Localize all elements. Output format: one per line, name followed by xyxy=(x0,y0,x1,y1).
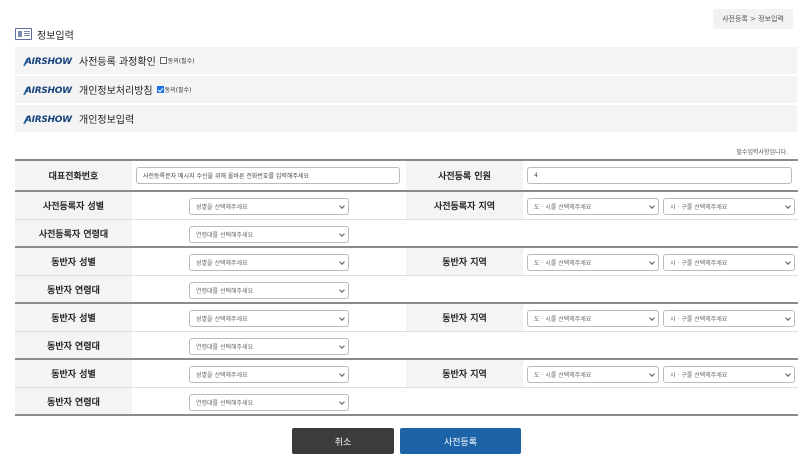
comp-gender-label: 동반자 성별 xyxy=(15,360,132,387)
comp-region-label: 동반자 지역 xyxy=(406,248,523,275)
form-icon xyxy=(15,28,32,40)
reg-gender-label: 사전등록자 성별 xyxy=(15,192,132,219)
section-personal-info: AIRSHOW 개인정보입력 xyxy=(15,105,797,132)
consent-privacy-checkbox[interactable] xyxy=(156,86,164,93)
chevron-down-icon xyxy=(785,203,791,209)
reg-city-select[interactable]: 시 · 구를 선택해주세요 xyxy=(663,198,795,215)
page-title: 정보입력 xyxy=(15,27,74,42)
comp-region-label: 동반자 지역 xyxy=(406,360,523,387)
comp-gender-label: 동반자 성별 xyxy=(15,304,132,331)
airshow-logo: AIRSHOW xyxy=(23,85,72,96)
count-input[interactable]: 4 xyxy=(527,167,792,184)
comp-age-label: 동반자 연령대 xyxy=(15,276,132,302)
form-row: 동반자 성별 성별을 선택해주세요 동반자 지역 도 · 시를 선택해주세요 시… xyxy=(15,248,798,276)
chevron-down-icon xyxy=(339,399,345,405)
reg-age-label: 사전등록자 연령대 xyxy=(15,220,132,246)
form-row: 동반자 연령대 연령대를 선택해주세요 xyxy=(15,388,798,416)
reg-region-label: 사전등록자 지역 xyxy=(406,192,523,219)
comp-gender-select[interactable]: 성별을 선택해주세요 xyxy=(189,366,349,383)
chevron-down-icon xyxy=(785,371,791,377)
required-note: 필수입력사항입니다. xyxy=(736,149,788,156)
comp-age-select[interactable]: 연령대를 선택해주세요 xyxy=(189,338,349,355)
count-label: 사전등록 인원 xyxy=(406,161,523,190)
chevron-down-icon xyxy=(339,287,345,293)
form-row: 사전등록자 연령대 연령대를 선택해주세요 xyxy=(15,220,798,248)
comp-age-label: 동반자 연령대 xyxy=(15,388,132,414)
chevron-down-icon xyxy=(339,343,345,349)
phone-input[interactable]: 사전등록문자 메시지 수신을 위해 올바른 전화번호를 입력해주세요 xyxy=(136,167,400,184)
checkbox-label: 동의(필수) xyxy=(167,58,195,65)
consent-row-process: AIRSHOW 사전등록 과정확인 동의(필수) xyxy=(15,47,797,74)
form-row: 대표전화번호 사전등록문자 메시지 수신을 위해 올바른 전화번호를 입력해주세… xyxy=(15,161,798,192)
consent-label: 사전등록 과정확인 xyxy=(79,57,156,68)
chevron-down-icon xyxy=(785,259,791,265)
reg-province-select[interactable]: 도 · 시를 선택해주세요 xyxy=(527,198,659,215)
consent-process-checkbox[interactable] xyxy=(159,57,167,64)
chevron-down-icon xyxy=(339,371,345,377)
form-row: 동반자 성별 성별을 선택해주세요 동반자 지역 도 · 시를 선택해주세요 시… xyxy=(15,304,798,332)
registration-form: 대표전화번호 사전등록문자 메시지 수신을 위해 올바른 전화번호를 입력해주세… xyxy=(15,159,798,416)
consent-label: 개인정보처리방침 xyxy=(79,86,153,97)
comp-gender-select[interactable]: 성별을 선택해주세요 xyxy=(189,254,349,271)
comp-age-select[interactable]: 연령대를 선택해주세요 xyxy=(189,282,349,299)
chevron-down-icon xyxy=(339,315,345,321)
form-row: 동반자 연령대 연령대를 선택해주세요 xyxy=(15,332,798,360)
reg-gender-select[interactable]: 성별을 선택해주세요 xyxy=(189,198,349,215)
form-row: 사전등록자 성별 성별을 선택해주세요 사전등록자 지역 도 · 시를 선택해주… xyxy=(15,192,798,220)
breadcrumb: 사전등록 > 정보입력 xyxy=(713,9,793,29)
airshow-logo: AIRSHOW xyxy=(23,56,72,67)
consent-row-privacy: AIRSHOW 개인정보처리방침 동의(필수) xyxy=(15,76,797,103)
chevron-down-icon xyxy=(339,203,345,209)
chevron-down-icon xyxy=(649,259,655,265)
submit-button[interactable]: 사전등록 xyxy=(400,428,521,454)
reg-age-select[interactable]: 연령대를 선택해주세요 xyxy=(189,226,349,243)
section-label: 개인정보입력 xyxy=(79,115,135,126)
chevron-down-icon xyxy=(649,315,655,321)
comp-city-select[interactable]: 시 · 구를 선택해주세요 xyxy=(663,254,795,271)
chevron-down-icon xyxy=(339,231,345,237)
chevron-down-icon xyxy=(649,371,655,377)
comp-gender-select[interactable]: 성별을 선택해주세요 xyxy=(189,310,349,327)
chevron-down-icon xyxy=(785,315,791,321)
form-row: 동반자 연령대 연령대를 선택해주세요 xyxy=(15,276,798,304)
comp-age-select[interactable]: 연령대를 선택해주세요 xyxy=(189,394,349,411)
comp-gender-label: 동반자 성별 xyxy=(15,248,132,275)
comp-city-select[interactable]: 시 · 구를 선택해주세요 xyxy=(663,366,795,383)
comp-province-select[interactable]: 도 · 시를 선택해주세요 xyxy=(527,254,659,271)
comp-region-label: 동반자 지역 xyxy=(406,304,523,331)
comp-province-select[interactable]: 도 · 시를 선택해주세요 xyxy=(527,310,659,327)
chevron-down-icon xyxy=(649,203,655,209)
chevron-down-icon xyxy=(339,259,345,265)
page-title-text: 정보입력 xyxy=(37,30,74,42)
checkbox-label: 동의(필수) xyxy=(164,87,192,94)
airshow-logo: AIRSHOW xyxy=(23,114,72,125)
cancel-button[interactable]: 취소 xyxy=(292,428,394,454)
phone-label: 대표전화번호 xyxy=(15,161,132,190)
form-row: 동반자 성별 성별을 선택해주세요 동반자 지역 도 · 시를 선택해주세요 시… xyxy=(15,360,798,388)
comp-city-select[interactable]: 시 · 구를 선택해주세요 xyxy=(663,310,795,327)
comp-province-select[interactable]: 도 · 시를 선택해주세요 xyxy=(527,366,659,383)
comp-age-label: 동반자 연령대 xyxy=(15,332,132,358)
